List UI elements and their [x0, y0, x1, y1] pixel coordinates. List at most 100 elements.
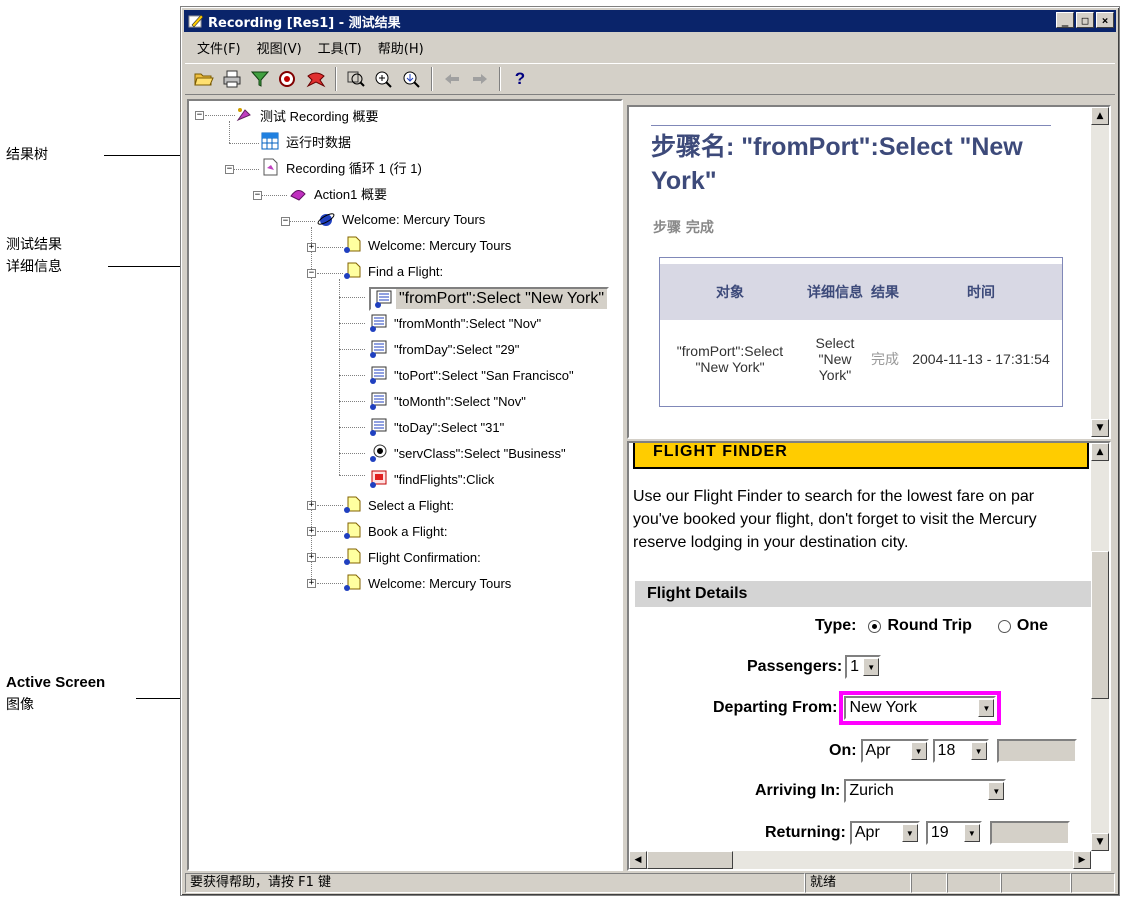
tree-node-step-selected[interactable]: "fromPort":Select "New York" — [369, 287, 610, 311]
tree-connector — [317, 557, 343, 558]
on-day-select[interactable]: 18 ▼ — [932, 739, 989, 763]
round-trip-label: Round Trip — [887, 617, 972, 634]
arriving-label: Arriving In: — [755, 782, 841, 799]
zoom-out-icon[interactable] — [399, 66, 425, 92]
tree-connector — [339, 375, 365, 376]
menu-help[interactable]: 帮助(H) — [372, 36, 430, 59]
forward-arrow-icon[interactable] — [467, 66, 493, 92]
details-scrollbar[interactable]: ▲ ▼ — [1091, 107, 1109, 437]
scroll-down-button[interactable]: ▼ — [1091, 419, 1109, 437]
callout-line: 图像 — [6, 697, 34, 713]
tree-node-runtime-data[interactable]: 运行时数据 — [261, 131, 354, 151]
results-tree-pane[interactable]: − 测试 Recording 概要 运行时数据 − Recording 循环 1… — [187, 99, 623, 871]
tree-connector — [229, 121, 230, 143]
arriving-select[interactable]: Zurich ▼ — [844, 779, 1007, 803]
expand-toggle[interactable]: + — [307, 527, 316, 536]
tree-node-action[interactable]: Action1 概要 — [289, 183, 390, 203]
find-icon[interactable] — [275, 66, 301, 92]
scroll-left-button[interactable]: ◀ — [629, 851, 647, 869]
tree-node-step[interactable]: "servClass":Select "Business" — [369, 443, 569, 463]
collapse-toggle[interactable]: − — [307, 269, 316, 278]
expand-toggle[interactable]: + — [307, 501, 316, 510]
callout-test-details: 测试结果 详细信息 — [6, 234, 62, 278]
expand-toggle[interactable]: + — [307, 579, 316, 588]
filter-icon[interactable] — [247, 66, 273, 92]
arriving-value: Zurich — [849, 782, 894, 799]
returning-month-select[interactable]: Apr ▼ — [849, 821, 920, 845]
collapse-toggle[interactable]: − — [195, 111, 204, 120]
tree-connector — [261, 195, 287, 196]
scroll-up-button[interactable]: ▲ — [1091, 107, 1109, 125]
test-details-pane[interactable]: 步骤名: "fromPort":Select "New York" 步骤 完成 … — [627, 105, 1111, 439]
tree-node-page[interactable]: Welcome: Mercury Tours — [343, 235, 514, 255]
minimize-button[interactable]: _ — [1056, 12, 1074, 28]
active-screen-pane[interactable]: FLIGHT FINDER Use our Flight Finder to s… — [627, 441, 1111, 871]
returning-day-select[interactable]: 19 ▼ — [925, 821, 982, 845]
tree-node-label: 运行时数据 — [286, 134, 352, 150]
tree-node-page[interactable]: Welcome: Mercury Tours — [343, 573, 514, 593]
jump-error-icon[interactable] — [303, 66, 329, 92]
tree-node-browser[interactable]: Welcome: Mercury Tours — [317, 209, 488, 229]
tree-node-label: "fromMonth":Select "Nov" — [394, 315, 542, 331]
tree-node-step[interactable]: "toDay":Select "31" — [369, 417, 507, 437]
tree-node-page[interactable]: Book a Flight: — [343, 521, 451, 541]
departing-value: New York — [849, 699, 918, 716]
scroll-up-button[interactable]: ▲ — [1091, 443, 1109, 461]
scroll-down-button[interactable]: ▼ — [1091, 833, 1109, 851]
title-bar[interactable]: Recording [Res1] - 测试结果 _ □ × — [184, 10, 1116, 32]
back-arrow-icon[interactable] — [439, 66, 465, 92]
menu-file[interactable]: 文件(F) — [191, 36, 247, 59]
zoom-in-icon[interactable] — [371, 66, 397, 92]
tree-node-page-find-flight[interactable]: Find a Flight: — [343, 261, 446, 281]
tree-node-step[interactable]: "fromDay":Select "29" — [369, 339, 522, 359]
tree-node-label: Welcome: Mercury Tours — [368, 575, 512, 591]
menu-view[interactable]: 视图(V) — [251, 36, 308, 59]
collapse-toggle[interactable]: − — [253, 191, 262, 200]
help-icon[interactable]: ? — [507, 66, 533, 92]
tree-node-step[interactable]: "fromMonth":Select "Nov" — [369, 313, 544, 333]
chevron-down-icon: ▼ — [988, 782, 1005, 800]
active-screen-vscrollbar[interactable]: ▲ ▼ — [1091, 443, 1109, 851]
tree-node-step[interactable]: "toPort":Select "San Francisco" — [369, 365, 577, 385]
one-way-radio[interactable] — [997, 619, 1011, 633]
tree-connector — [229, 143, 259, 144]
tree-node-step[interactable]: "findFlights":Click — [369, 469, 497, 489]
tree-node-test-summary[interactable]: 测试 Recording 概要 — [235, 105, 381, 125]
expand-toggle[interactable]: + — [307, 243, 316, 252]
on-month-select[interactable]: Apr ▼ — [860, 739, 929, 763]
menu-tools[interactable]: 工具(T) — [312, 36, 368, 59]
active-screen-hscrollbar[interactable]: ◀ ▶ — [629, 851, 1091, 869]
scroll-thumb[interactable] — [1091, 551, 1109, 699]
maximize-button[interactable]: □ — [1076, 12, 1094, 28]
chevron-down-icon: ▼ — [970, 742, 987, 760]
iteration-icon — [261, 158, 279, 176]
tree-node-step[interactable]: "toMonth":Select "Nov" — [369, 391, 529, 411]
tree-connector — [339, 475, 365, 476]
tree-node-label: "servClass":Select "Business" — [394, 445, 566, 461]
departing-select[interactable]: New York ▼ — [844, 696, 997, 720]
open-folder-icon[interactable] — [191, 66, 217, 92]
page-icon — [343, 574, 361, 592]
column-header-detail: 详细信息 — [800, 264, 870, 320]
scroll-thumb[interactable] — [647, 851, 733, 869]
tree-node-iteration[interactable]: Recording 循环 1 (行 1) — [261, 157, 425, 177]
round-trip-radio[interactable] — [868, 619, 882, 633]
collapse-toggle[interactable]: − — [281, 217, 290, 226]
resize-grip-icon[interactable] — [1071, 873, 1115, 893]
page-icon — [343, 262, 361, 280]
collapse-toggle[interactable]: − — [225, 165, 234, 174]
expand-toggle[interactable]: + — [307, 553, 316, 562]
zoom-fit-icon[interactable] — [343, 66, 369, 92]
tree-connector — [339, 279, 340, 475]
scroll-right-button[interactable]: ▶ — [1073, 851, 1091, 869]
callout-line: 详细信息 — [6, 259, 62, 275]
callout-active-screen: Active Screen 图像 — [6, 672, 105, 716]
passengers-select[interactable]: 1 ▼ — [845, 655, 882, 679]
tree-node-page[interactable]: Select a Flight: — [343, 495, 457, 515]
radio-step-icon — [369, 444, 387, 462]
tree-node-page[interactable]: Flight Confirmation: — [343, 547, 484, 567]
close-button[interactable]: × — [1096, 12, 1114, 28]
print-icon[interactable] — [219, 66, 245, 92]
callout-line: 测试结果 — [6, 237, 62, 253]
action-icon — [289, 184, 307, 202]
